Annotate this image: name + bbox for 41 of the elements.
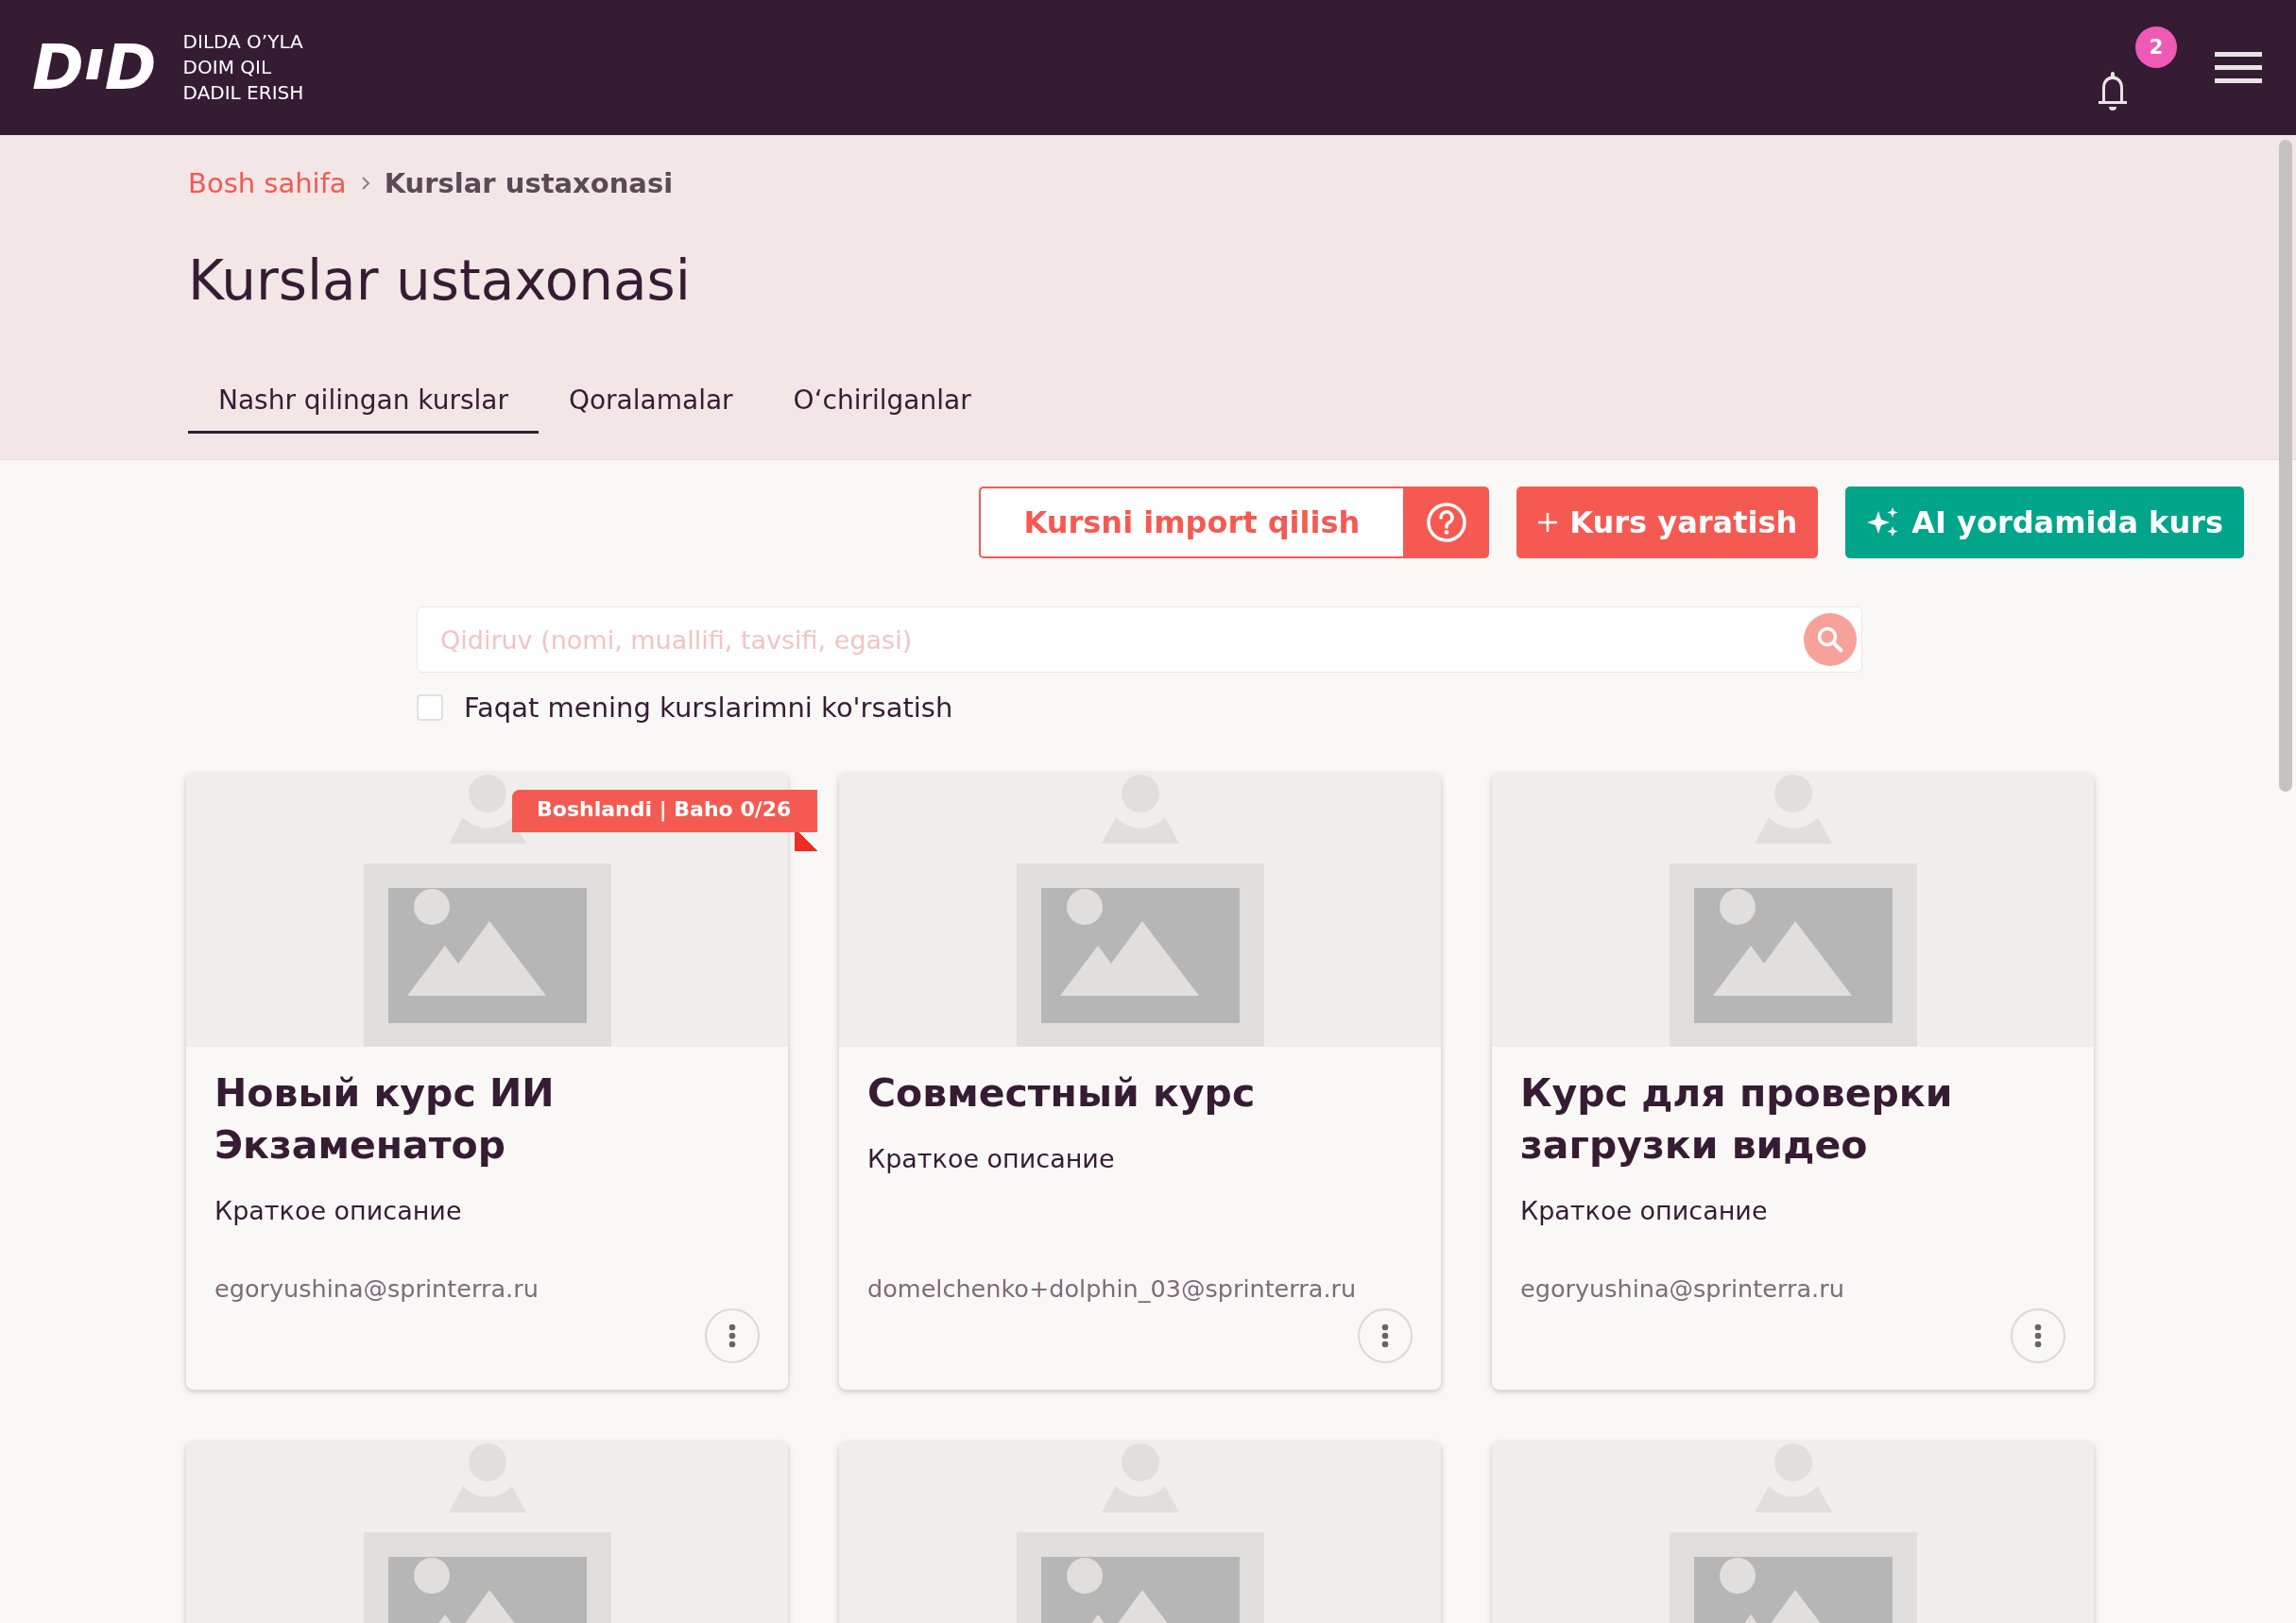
course-card[interactable]: Курс для проверки загрузки видео Краткое описание egoryushina@sprinterra.ru (1492, 773, 2094, 1390)
plus-icon (1537, 512, 1559, 533)
image-placeholder-icon (1669, 773, 1917, 1047)
more-button[interactable] (705, 1308, 760, 1363)
notification-badge: 2 (2135, 26, 2177, 68)
checkbox-label[interactable]: Faqat mening kurslarimni ko'rsatish (464, 692, 953, 724)
scrollbar[interactable] (2279, 140, 2292, 792)
search-icon (1816, 625, 1844, 654)
checkbox[interactable] (417, 694, 443, 721)
more-icon (728, 1324, 736, 1348)
course-description: Краткое описание (214, 1196, 463, 1225)
more-icon (2034, 1324, 2042, 1348)
course-title[interactable]: Совместный курс (867, 1068, 1413, 1119)
chevron-icon (359, 176, 371, 191)
status-ribbon: Boshlandi | Baho 0/26 (512, 790, 818, 851)
more-icon (1381, 1324, 1389, 1348)
help-icon (1425, 502, 1467, 543)
image-placeholder-icon (1016, 773, 1264, 1047)
slogan-line: DADIL ERISH (182, 80, 304, 106)
help-button[interactable] (1403, 487, 1490, 558)
more-button[interactable] (1358, 1308, 1413, 1363)
course-description: Краткое описание (867, 1144, 1116, 1173)
search-field[interactable]: Qidiruv (nomi, muallifi, tavsifi, egasi) (417, 606, 1862, 673)
tab[interactable]: Nashr qilingan kurslar (188, 384, 539, 434)
page-title: Kurslar ustaxonasi (188, 248, 692, 313)
tab[interactable]: Qoralamalar (538, 384, 763, 434)
more-button[interactable] (2011, 1308, 2065, 1363)
course-description: Краткое описание (1520, 1196, 1769, 1225)
bell-icon[interactable] (2096, 69, 2130, 111)
course-card[interactable]: Совместный курс Краткое описание domelchenko+dolphin_03@sprinterra.ru (839, 773, 1441, 1390)
course-title[interactable]: Новый курс ИИ Экзаменатор (214, 1068, 760, 1171)
course-owner: egoryushina@sprinterra.ru (214, 1274, 540, 1303)
tab[interactable]: O‘chirilganlar (762, 384, 1002, 434)
menu-icon[interactable] (2215, 51, 2262, 84)
course-title[interactable]: Курс для проверки загрузки видео (1520, 1068, 2065, 1171)
course-owner: egoryushina@sprinterra.ru (1520, 1274, 1845, 1303)
course-owner: domelchenko+dolphin_03@sprinterra.ru (867, 1274, 1358, 1303)
slogan-line: DOIM QIL (182, 55, 273, 80)
slogan-line: DILDA O’YLA (182, 29, 304, 55)
breadcrumb-current: Kurslar ustaxonasi (384, 167, 674, 199)
logo[interactable]: D D (32, 31, 155, 104)
